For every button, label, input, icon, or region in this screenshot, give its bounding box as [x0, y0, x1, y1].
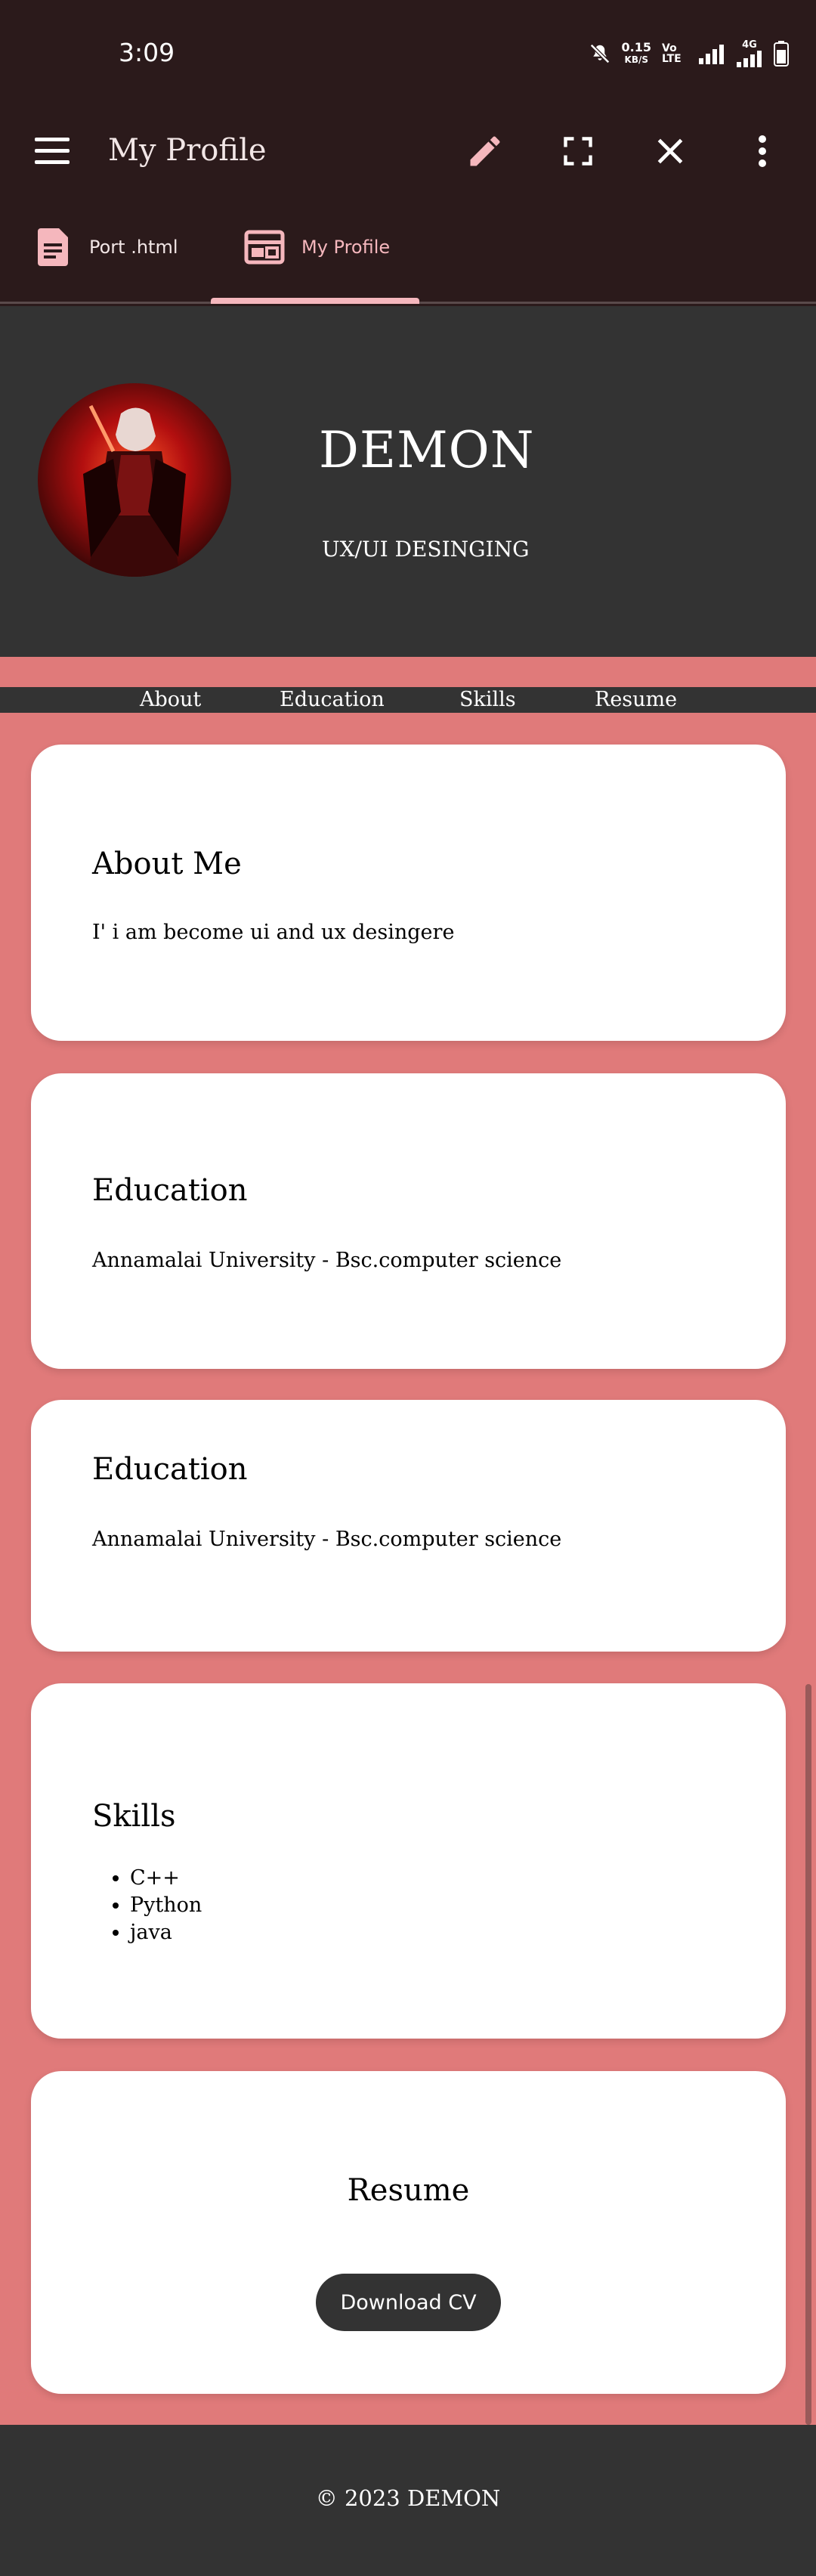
footer: © 2023 DEMON — [0, 2425, 816, 2576]
header-divider — [0, 657, 816, 687]
skill-item: java — [130, 1919, 202, 1946]
nav-link-resume[interactable]: Resume — [595, 687, 677, 713]
education-card: Education Annamalai University - Bsc.com… — [31, 1073, 786, 1369]
fullscreen-icon — [564, 137, 592, 166]
status-time: 3:09 — [119, 38, 175, 67]
signal-icon — [699, 44, 724, 64]
app-title: My Profile — [108, 133, 267, 168]
skills-list: C++ Python java — [130, 1865, 202, 1946]
education-title: Education — [92, 1452, 248, 1487]
about-text: I' i am become ui and ux desingere — [92, 921, 455, 944]
volte-label: Vo LTE — [662, 42, 682, 65]
tab-port-html[interactable]: Port .html — [36, 190, 187, 304]
editor-tabs: Port .html My Profile — [0, 190, 816, 304]
battery-icon — [774, 40, 789, 67]
education-card-2: Education Annamalai University - Bsc.com… — [31, 1400, 786, 1652]
web-preview-icon — [244, 230, 285, 265]
skills-title: Skills — [92, 1799, 176, 1834]
scrollbar-thumb[interactable] — [805, 1684, 811, 2425]
resume-card: Resume Download CV — [31, 2071, 786, 2394]
resume-title: Resume — [347, 2173, 470, 2208]
avatar — [38, 383, 231, 577]
skills-card: Skills C++ Python java — [31, 1683, 786, 2039]
main-content: About Me I' i am become ui and ux desing… — [0, 713, 816, 2425]
net-speed: 0.15 KB/S — [621, 39, 651, 65]
education-text: Annamalai University - Bsc.computer scie… — [92, 1249, 562, 1272]
profile-name: DEMON — [319, 421, 535, 479]
download-cv-button[interactable]: Download CV — [316, 2274, 501, 2331]
section-nav: About Education Skills Resume — [0, 687, 816, 713]
tab-my-profile[interactable]: My Profile — [211, 190, 419, 304]
avatar-image — [38, 383, 231, 577]
signal-4g: 4G — [736, 39, 763, 67]
nav-link-skills[interactable]: Skills — [459, 687, 516, 713]
close-icon — [657, 138, 683, 164]
document-icon — [38, 228, 68, 266]
status-icons: 0.15 KB/S Vo LTE 4G — [589, 39, 789, 67]
status-bar: 3:09 0.15 KB/S Vo LTE 4G — [0, 0, 816, 110]
more-vert-icon — [759, 135, 766, 167]
close-button[interactable] — [649, 130, 691, 172]
fullscreen-button[interactable] — [557, 130, 599, 172]
pencil-icon — [470, 136, 500, 166]
about-title: About Me — [92, 847, 242, 881]
nav-link-education[interactable]: Education — [280, 687, 385, 713]
profile-header: DEMON UX/UI DESINGING — [0, 306, 816, 657]
hamburger-menu-icon — [35, 138, 70, 164]
edit-button[interactable] — [464, 130, 506, 172]
menu-button[interactable] — [33, 135, 73, 168]
footer-copyright: © 2023 DEMON — [315, 2485, 501, 2511]
education-text: Annamalai University - Bsc.computer scie… — [92, 1528, 562, 1551]
app-bar: My Profile — [0, 110, 816, 190]
mute-icon — [589, 43, 610, 63]
nav-link-about[interactable]: About — [140, 687, 201, 713]
tab-label: My Profile — [301, 237, 391, 258]
overflow-menu-button[interactable] — [741, 130, 784, 172]
signal-icon-2 — [737, 51, 762, 67]
education-title: Education — [92, 1173, 248, 1208]
skill-item: Python — [130, 1892, 202, 1919]
profile-role: UX/UI DESINGING — [322, 537, 530, 562]
skill-item: C++ — [130, 1865, 202, 1892]
about-card: About Me I' i am become ui and ux desing… — [31, 745, 786, 1041]
tab-label: Port .html — [89, 237, 178, 258]
